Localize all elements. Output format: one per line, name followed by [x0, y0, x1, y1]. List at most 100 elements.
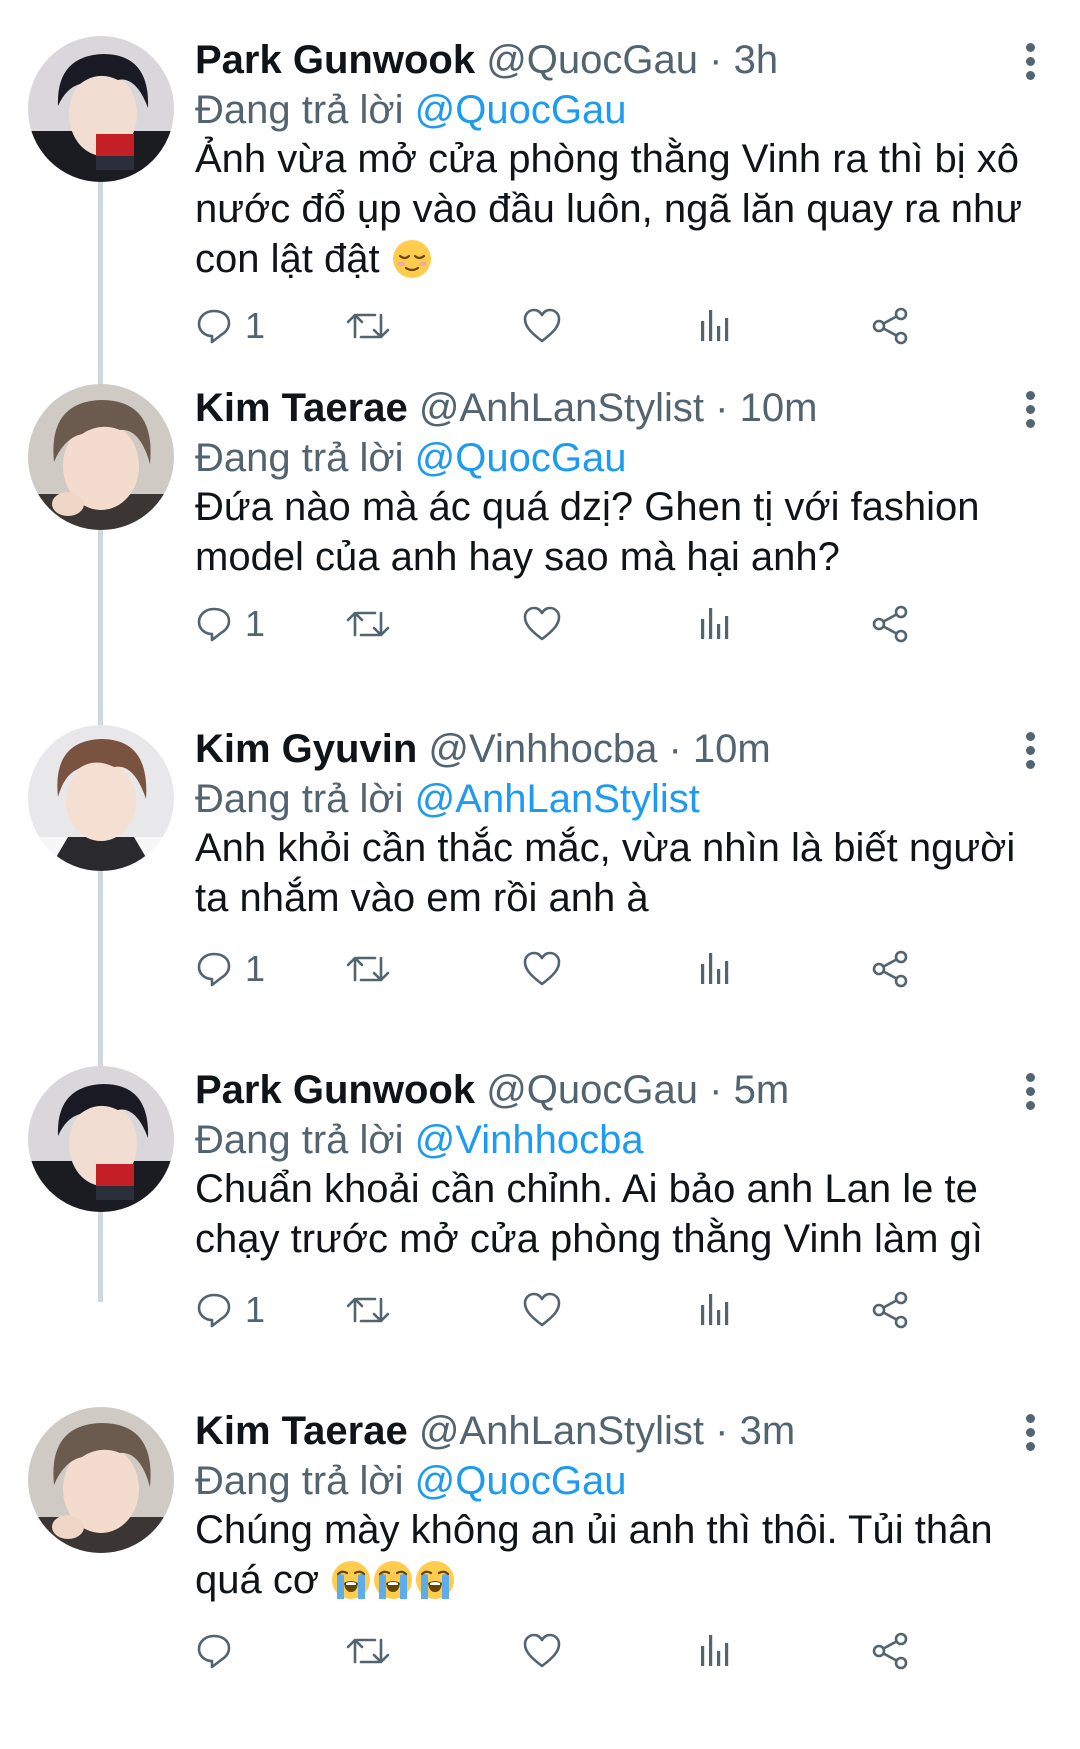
- share-button[interactable]: [870, 594, 910, 654]
- reply-icon: [197, 309, 231, 344]
- display-name[interactable]: Kim Taerae: [195, 386, 408, 430]
- views-button[interactable]: [698, 1280, 732, 1340]
- retweet-icon: [346, 1638, 390, 1664]
- views-button[interactable]: [698, 594, 732, 654]
- retweet-button[interactable]: [345, 939, 391, 999]
- tweet[interactable]: Kim Taerae @AnhLanStylist · 3m Đang trả …: [0, 1371, 1080, 1749]
- tweet-actions: [195, 1621, 1045, 1681]
- heart-icon: [523, 951, 561, 986]
- heart-icon: [523, 1292, 561, 1327]
- views-button[interactable]: [698, 1621, 732, 1681]
- reply-icon: [197, 1634, 231, 1669]
- more-vertical-icon[interactable]: [1010, 1409, 1050, 1459]
- analytics-icon: [701, 608, 729, 639]
- tweet-header: Kim Taerae @AnhLanStylist · 3m: [195, 1403, 995, 1459]
- retweet-icon: [346, 1297, 390, 1323]
- analytics-icon: [701, 1294, 729, 1325]
- share-button[interactable]: [870, 939, 910, 999]
- more-vertical-icon[interactable]: [1010, 38, 1050, 88]
- timestamp[interactable]: 3h: [734, 38, 779, 82]
- replying-label: Đang trả lời: [195, 1118, 404, 1162]
- mention-link[interactable]: @QuocGau: [415, 1459, 627, 1503]
- retweet-button[interactable]: [345, 594, 391, 654]
- separator-dot: ·: [709, 1068, 723, 1112]
- reply-button[interactable]: 1: [195, 296, 265, 356]
- heart-icon: [523, 308, 561, 343]
- mention-link[interactable]: @QuocGau: [415, 88, 627, 132]
- mention-link[interactable]: @Vinhhocba: [415, 1118, 644, 1162]
- more-vertical-icon[interactable]: [1010, 386, 1050, 436]
- share-icon: [872, 1632, 908, 1670]
- reply-count: 1: [245, 603, 266, 644]
- tweet-header: Park Gunwook @QuocGau · 3h: [195, 32, 995, 88]
- avatar[interactable]: [28, 1066, 174, 1212]
- timestamp[interactable]: 5m: [734, 1068, 790, 1112]
- tweet-text-content: Anh khỏi cần thắc mắc, vừa nhìn là biết …: [195, 826, 1016, 920]
- retweet-button[interactable]: [345, 1280, 391, 1340]
- reply-count: 1: [245, 305, 266, 346]
- more-vertical-icon[interactable]: [1010, 727, 1050, 777]
- timestamp[interactable]: 10m: [693, 727, 771, 771]
- reply-button[interactable]: 1: [195, 939, 265, 999]
- tweet-header: Kim Taerae @AnhLanStylist · 10m: [195, 380, 995, 436]
- tweet-actions: 1: [195, 296, 1045, 356]
- reply-button[interactable]: 1: [195, 594, 265, 654]
- retweet-button[interactable]: [345, 1621, 391, 1681]
- like-button[interactable]: [522, 594, 562, 654]
- replying-label: Đang trả lời: [195, 1459, 404, 1503]
- like-button[interactable]: [522, 296, 562, 356]
- like-button[interactable]: [522, 939, 562, 999]
- replying-to: Đang trả lời @QuocGau: [195, 1453, 627, 1509]
- share-button[interactable]: [870, 1280, 910, 1340]
- like-button[interactable]: [522, 1621, 562, 1681]
- user-handle[interactable]: @QuocGau: [486, 1068, 698, 1112]
- retweet-icon: [346, 956, 390, 982]
- replying-to: Đang trả lời @Vinhhocba: [195, 1112, 644, 1168]
- timestamp[interactable]: 10m: [740, 386, 818, 430]
- display-name[interactable]: Kim Gyuvin: [195, 727, 417, 771]
- mention-link[interactable]: @QuocGau: [415, 436, 627, 480]
- views-button[interactable]: [698, 296, 732, 356]
- user-handle[interactable]: @AnhLanStylist: [419, 1409, 704, 1453]
- display-name[interactable]: Park Gunwook: [195, 1068, 475, 1112]
- tweet[interactable]: Park Gunwook @QuocGau · 3h Đang trả lời …: [0, 0, 1080, 346]
- avatar[interactable]: [28, 384, 174, 530]
- display-name[interactable]: Kim Taerae: [195, 1409, 408, 1453]
- user-handle[interactable]: @AnhLanStylist: [419, 386, 704, 430]
- replying-to: Đang trả lời @QuocGau: [195, 430, 627, 486]
- separator-dot: ·: [709, 38, 723, 82]
- share-button[interactable]: [870, 296, 910, 356]
- avatar[interactable]: [28, 725, 174, 871]
- display-name[interactable]: Park Gunwook: [195, 38, 475, 82]
- avatar[interactable]: [28, 36, 174, 182]
- tweet[interactable]: Kim Taerae @AnhLanStylist · 10m Đang trả…: [0, 348, 1080, 689]
- avatar[interactable]: [28, 1407, 174, 1553]
- reply-button[interactable]: 1: [195, 1280, 265, 1340]
- tweet-text: Anh khỏi cần thắc mắc, vừa nhìn là biết …: [195, 823, 1045, 923]
- tweet-text: Đứa nào mà ác quá dzị? Ghen tị với fashi…: [195, 482, 1045, 582]
- tweet[interactable]: Park Gunwook @QuocGau · 5m Đang trả lời …: [0, 1030, 1080, 1371]
- tweet-text: Ảnh vừa mở cửa phòng thằng Vinh ra thì b…: [195, 134, 1045, 292]
- timestamp[interactable]: 3m: [740, 1409, 796, 1453]
- views-button[interactable]: [698, 939, 732, 999]
- replying-label: Đang trả lời: [195, 436, 404, 480]
- more-vertical-icon[interactable]: [1010, 1068, 1050, 1118]
- analytics-icon: [701, 310, 729, 341]
- share-icon: [872, 605, 908, 643]
- reply-icon: [197, 1293, 231, 1328]
- tweet-text-content: Ảnh vừa mở cửa phòng thằng Vinh ra thì b…: [195, 137, 1023, 281]
- reply-count: 1: [245, 948, 266, 989]
- reply-button[interactable]: [195, 1621, 245, 1681]
- tweet[interactable]: Kim Gyuvin @Vinhhocba · 10m Đang trả lời…: [0, 689, 1080, 1030]
- share-button[interactable]: [870, 1621, 910, 1681]
- heart-icon: [523, 1633, 561, 1668]
- mention-link[interactable]: @AnhLanStylist: [415, 777, 700, 821]
- share-icon: [872, 307, 908, 345]
- retweet-button[interactable]: [345, 296, 391, 356]
- like-button[interactable]: [522, 1280, 562, 1340]
- user-handle[interactable]: @Vinhhocba: [428, 727, 657, 771]
- loudly-crying-face-emoji: [330, 1559, 372, 1613]
- user-handle[interactable]: @QuocGau: [486, 38, 698, 82]
- reply-icon: [197, 607, 231, 642]
- retweet-icon: [346, 611, 390, 637]
